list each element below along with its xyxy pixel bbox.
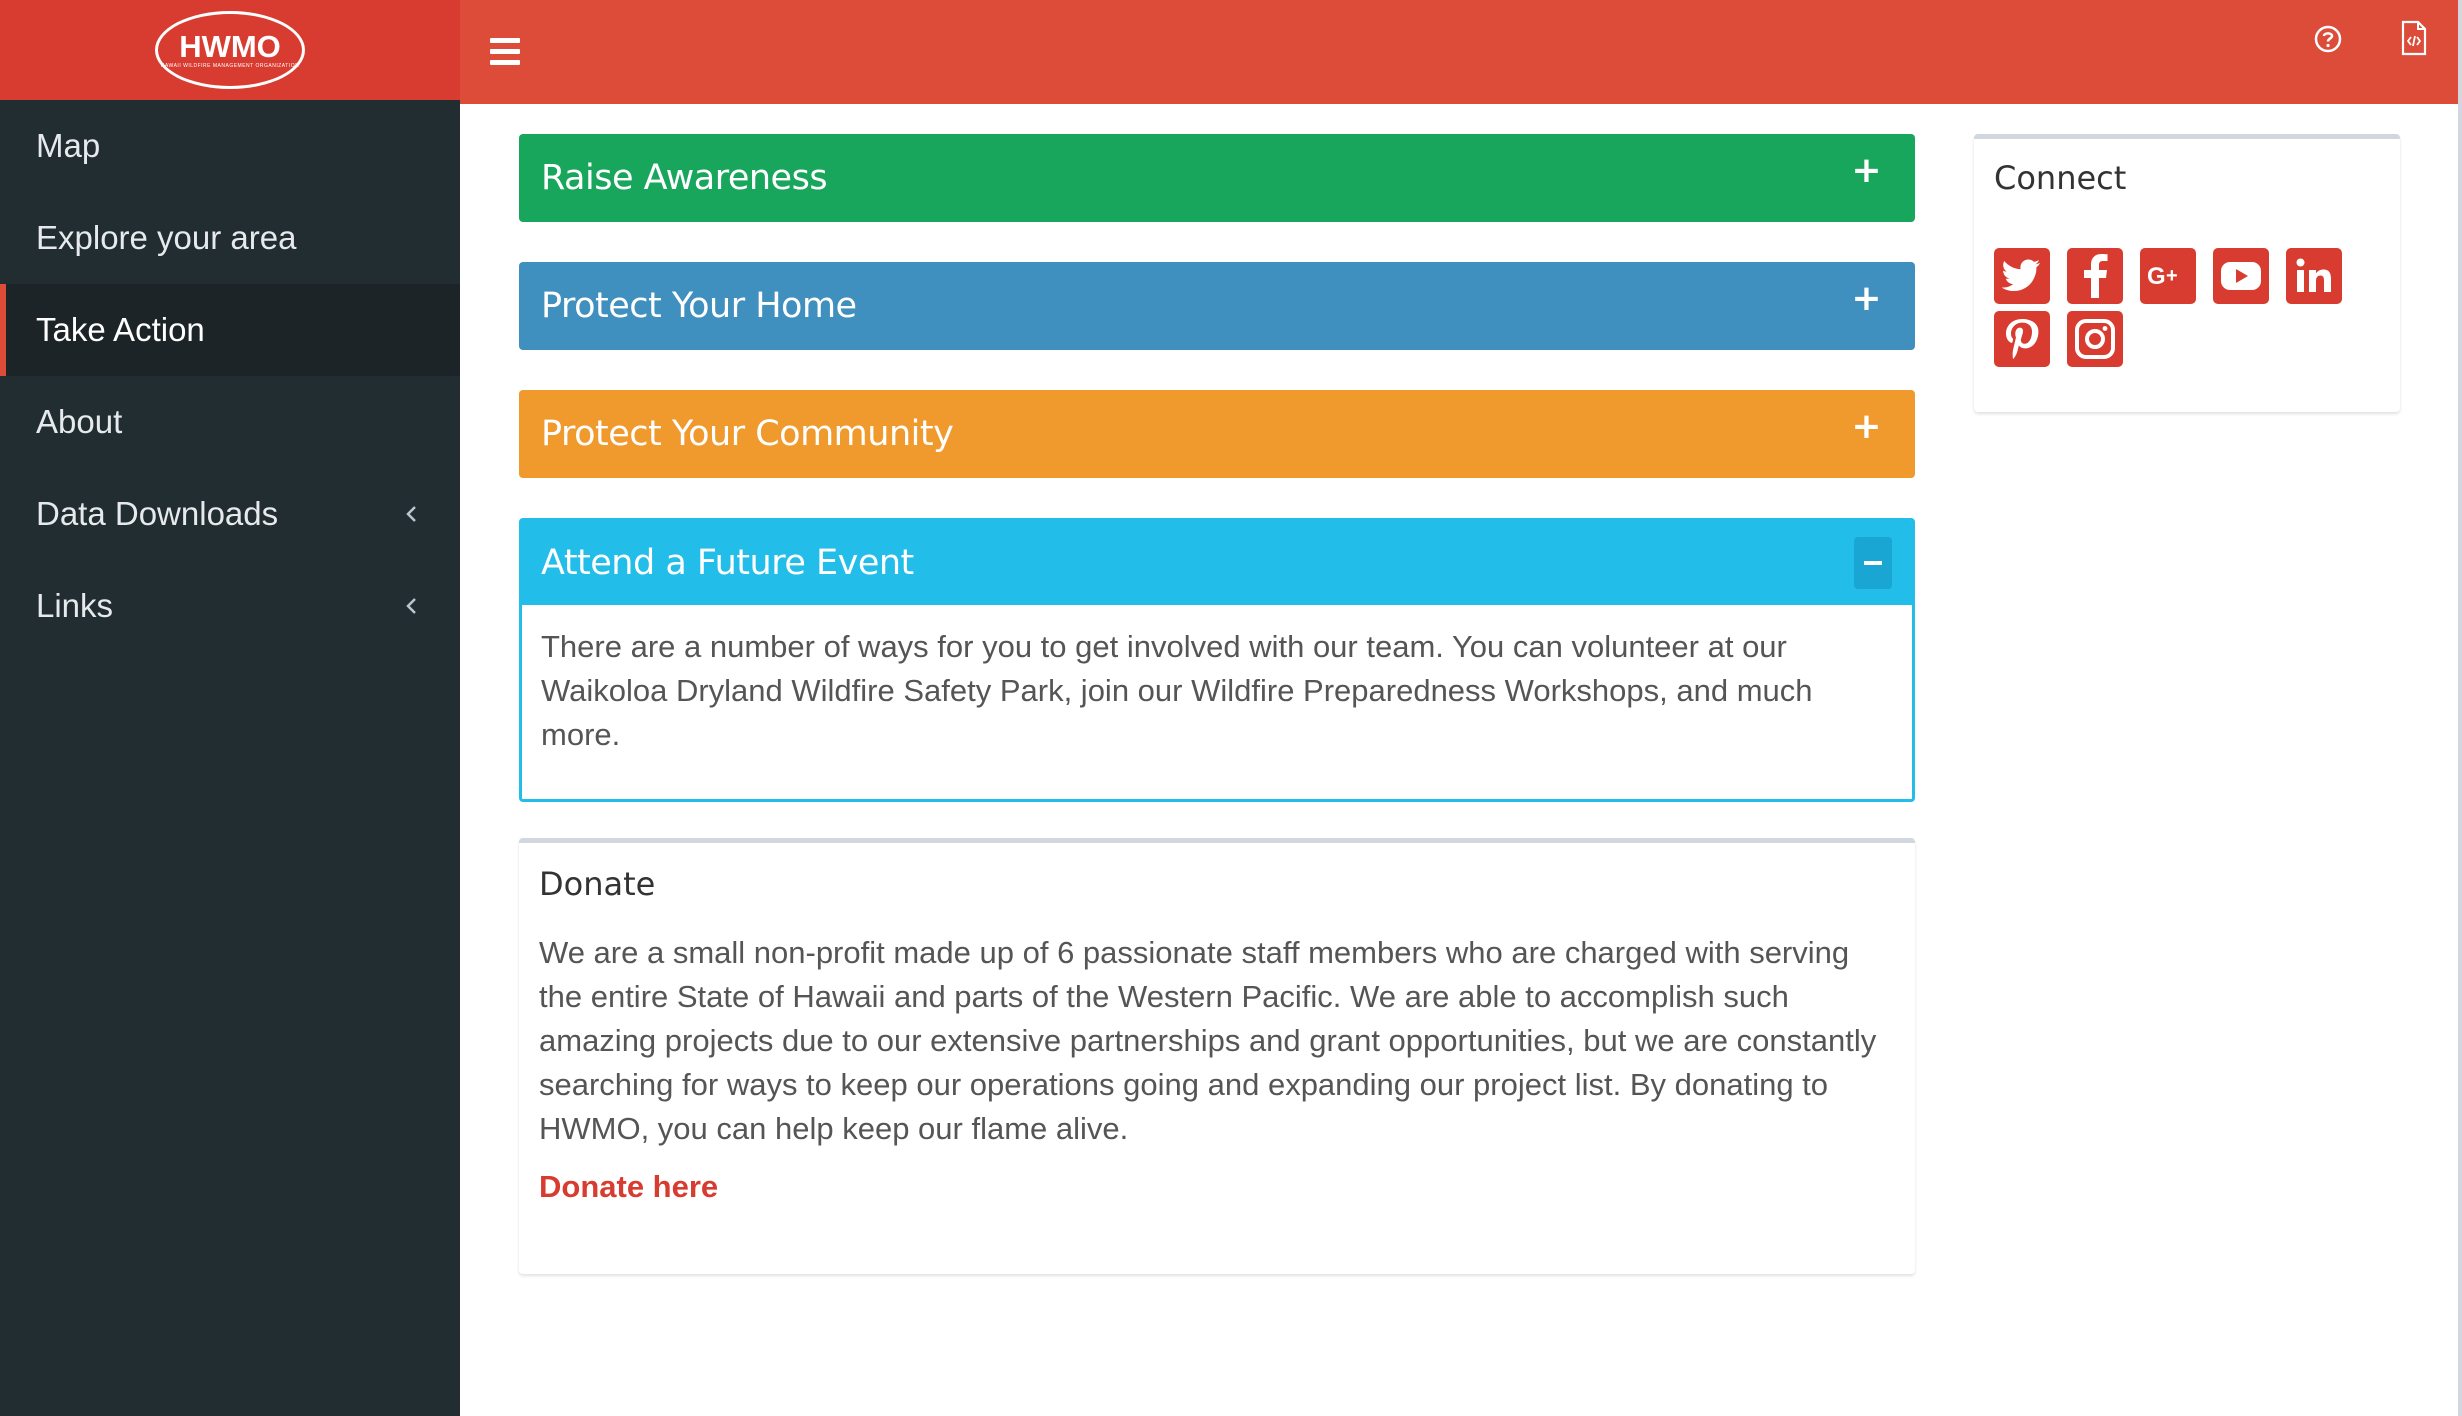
sidebar-nav: Map Explore your area Take Action About … bbox=[0, 100, 460, 652]
logo-subtext: HAWAII WILDFIRE MANAGEMENT ORGANIZATION bbox=[160, 62, 300, 69]
sidebar-item-label: About bbox=[36, 403, 123, 440]
logo-bar: HWMO HAWAII WILDFIRE MANAGEMENT ORGANIZA… bbox=[0, 0, 460, 100]
collapse-button[interactable] bbox=[1854, 537, 1892, 589]
accordion-title: Protect Your Home bbox=[541, 286, 857, 326]
sidebar-item-label: Explore your area bbox=[36, 219, 297, 256]
sidebar-item-explore-your-area[interactable]: Explore your area bbox=[0, 192, 460, 284]
accordion-protect-your-home[interactable]: Protect Your Home + bbox=[519, 262, 1915, 350]
plus-icon[interactable]: + bbox=[1851, 281, 1881, 317]
linkedin-icon[interactable] bbox=[2286, 248, 2342, 304]
pinterest-icon[interactable] bbox=[1994, 311, 2050, 367]
sidebar: HWMO HAWAII WILDFIRE MANAGEMENT ORGANIZA… bbox=[0, 0, 460, 1416]
logo-text: HWMO bbox=[179, 28, 281, 64]
social-icons-row bbox=[1994, 311, 2140, 367]
sidebar-item-label: Data Downloads bbox=[36, 495, 279, 532]
sidebar-item-about[interactable]: About bbox=[0, 376, 460, 468]
plus-icon[interactable]: + bbox=[1851, 409, 1881, 445]
minus-icon bbox=[1864, 561, 1882, 565]
sidebar-item-label: Links bbox=[36, 587, 114, 624]
accordion-header[interactable]: Attend a Future Event bbox=[522, 521, 1912, 605]
twitter-icon[interactable] bbox=[1994, 248, 2050, 304]
hamburger-icon[interactable] bbox=[490, 38, 520, 66]
sidebar-item-links[interactable]: Links bbox=[0, 560, 460, 652]
sidebar-item-label: Map bbox=[36, 127, 101, 164]
code-file-icon[interactable] bbox=[2400, 20, 2428, 56]
accordion-header[interactable]: Raise Awareness + bbox=[519, 134, 1915, 222]
donate-box: Donate We are a small non-profit made up… bbox=[519, 838, 1915, 1274]
accordion-title: Protect Your Community bbox=[541, 414, 954, 454]
sidebar-item-label: Take Action bbox=[36, 311, 205, 348]
top-navbar bbox=[460, 0, 2462, 104]
chevron-left-icon bbox=[406, 506, 416, 522]
accordion-attend-a-future-event: Attend a Future Event There are a number… bbox=[519, 518, 1915, 802]
instagram-icon[interactable] bbox=[2067, 311, 2123, 367]
sidebar-item-data-downloads[interactable]: Data Downloads bbox=[0, 468, 460, 560]
sidebar-item-take-action[interactable]: Take Action bbox=[0, 284, 460, 376]
donate-text: We are a small non-profit made up of 6 p… bbox=[539, 935, 1877, 1146]
sidebar-item-map[interactable]: Map bbox=[0, 100, 460, 192]
plus-icon[interactable]: + bbox=[1851, 153, 1881, 189]
svg-text:+: + bbox=[2166, 265, 2178, 287]
main-content: Raise Awareness + Protect Your Home + Pr… bbox=[460, 104, 2462, 1416]
chevron-left-icon bbox=[406, 598, 416, 614]
donate-link[interactable]: Donate here bbox=[539, 1169, 718, 1205]
facebook-icon[interactable] bbox=[2067, 248, 2123, 304]
connect-box: Connect G + bbox=[1974, 134, 2400, 412]
accordion-title: Attend a Future Event bbox=[541, 543, 914, 583]
accordion-body: There are a number of ways for you to ge… bbox=[541, 629, 1813, 752]
youtube-icon[interactable] bbox=[2213, 248, 2269, 304]
svg-text:G: G bbox=[2147, 263, 2166, 290]
accordion-protect-your-community[interactable]: Protect Your Community + bbox=[519, 390, 1915, 478]
google-plus-icon[interactable]: G + bbox=[2140, 248, 2196, 304]
question-circle-icon[interactable] bbox=[2313, 24, 2343, 54]
social-icons-row: G + bbox=[1994, 248, 2359, 304]
connect-title: Connect bbox=[1994, 159, 2127, 197]
window-edge bbox=[2458, 0, 2462, 1416]
hwmo-logo[interactable]: HWMO HAWAII WILDFIRE MANAGEMENT ORGANIZA… bbox=[155, 11, 305, 89]
accordion-header[interactable]: Protect Your Home + bbox=[519, 262, 1915, 350]
donate-title: Donate bbox=[539, 865, 656, 903]
accordion-raise-awareness[interactable]: Raise Awareness + bbox=[519, 134, 1915, 222]
accordion-header[interactable]: Protect Your Community + bbox=[519, 390, 1915, 478]
accordion-title: Raise Awareness bbox=[541, 158, 828, 198]
